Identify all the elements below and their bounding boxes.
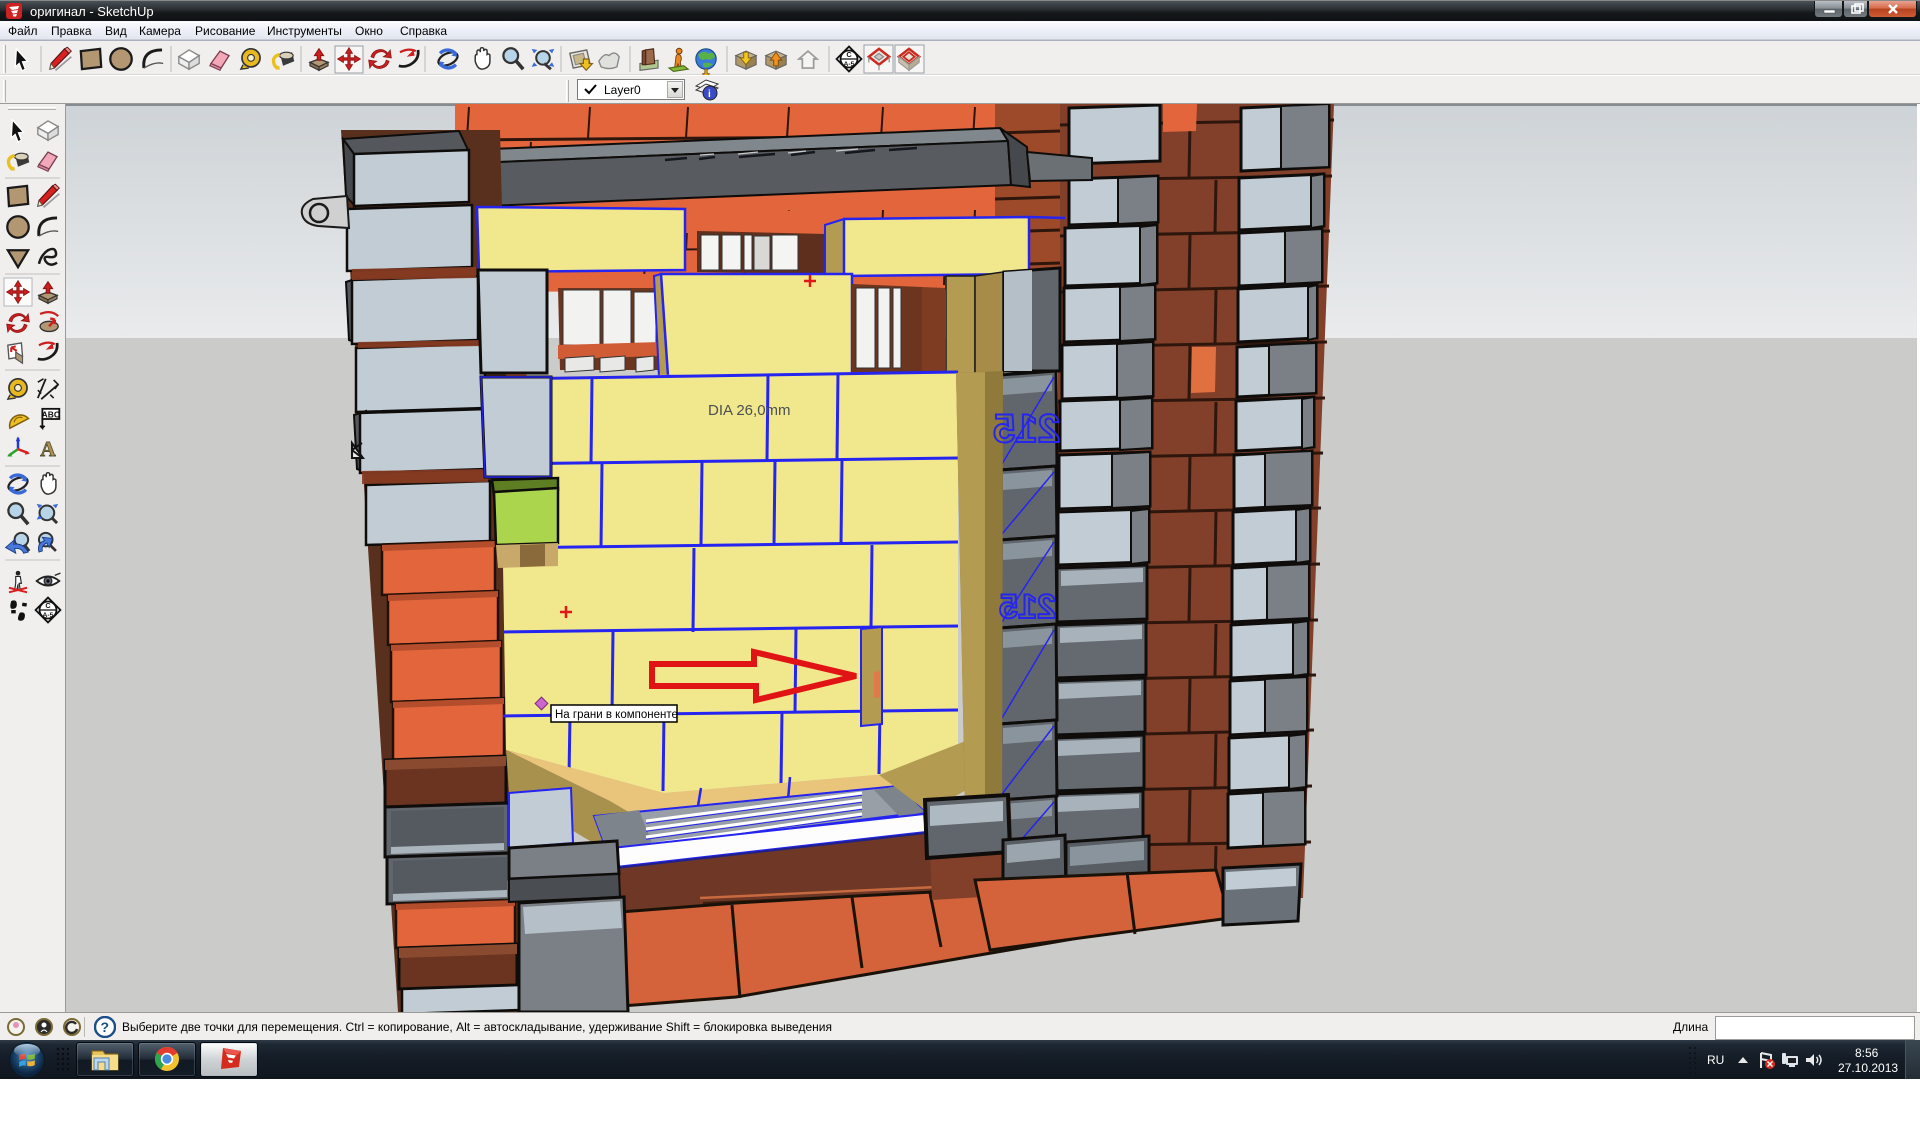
svg-text:На грани в компоненте: На грани в компоненте — [555, 709, 678, 721]
svg-text:A-5: A-5 — [43, 612, 54, 619]
svg-text:A-5: A-5 — [844, 61, 855, 68]
svg-text:A: A — [40, 437, 56, 461]
svg-text:DIA 26,0mm: DIA 26,0mm — [708, 402, 791, 419]
svg-text:215: 215 — [999, 588, 1056, 626]
svg-text:C: C — [45, 601, 51, 610]
svg-text:ABC: ABC — [42, 409, 60, 419]
svg-text:C: C — [846, 50, 852, 59]
svg-text:215: 215 — [993, 407, 1060, 451]
svg-text:Layer0: Layer0 — [604, 83, 641, 97]
svg-text:i: i — [708, 89, 711, 100]
svg-text:?: ? — [101, 1019, 110, 1035]
